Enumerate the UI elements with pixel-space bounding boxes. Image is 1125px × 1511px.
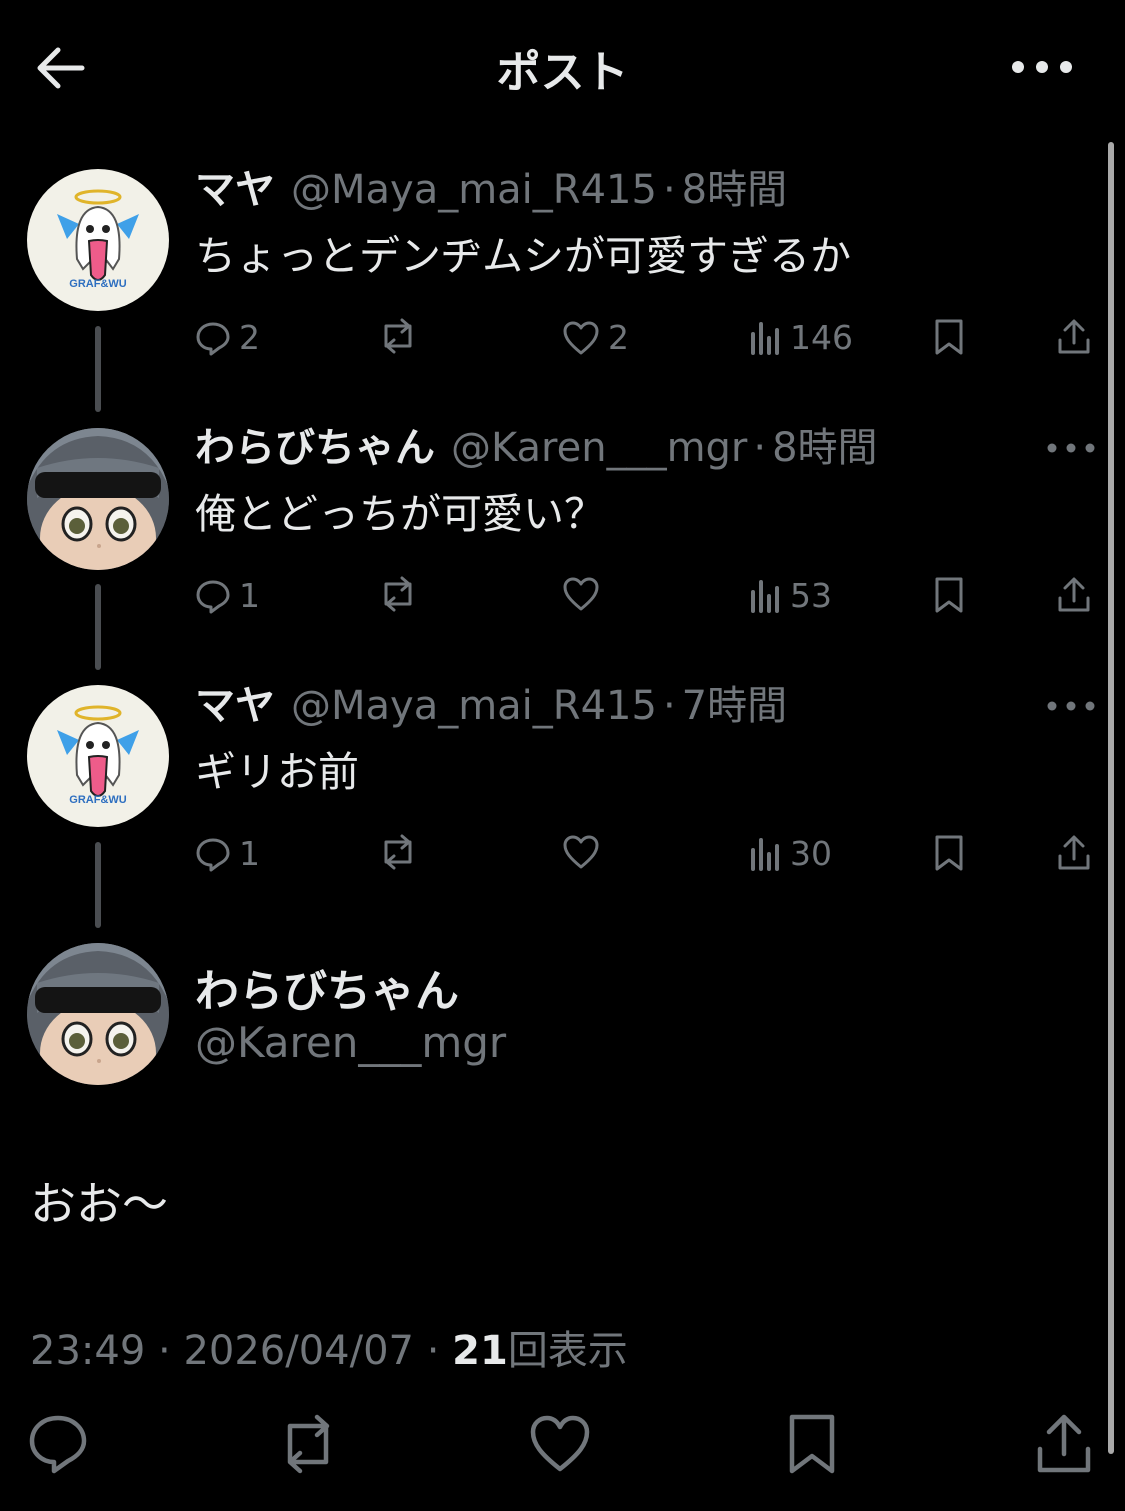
ghost-logo-icon: GRAF&WU xyxy=(57,189,139,290)
repost-icon xyxy=(384,834,412,870)
svg-text:GRAF&WU: GRAF&WU xyxy=(69,794,126,806)
more-icon[interactable] xyxy=(1046,438,1096,458)
bookmark-button[interactable] xyxy=(932,318,966,356)
share-icon xyxy=(1058,577,1090,612)
repost-icon xyxy=(384,318,412,354)
heart-icon xyxy=(563,577,599,611)
share-button[interactable] xyxy=(1056,318,1092,356)
repost-button[interactable] xyxy=(378,834,418,870)
views-button[interactable]: 53 xyxy=(750,576,832,615)
thread-connector xyxy=(95,326,101,412)
tweet-header: マヤ @Maya_mai_R415 · 7時間 xyxy=(195,683,788,729)
reply-count: 1 xyxy=(239,576,260,615)
share-icon xyxy=(1058,319,1090,354)
share-icon[interactable] xyxy=(1032,1412,1096,1476)
tweet-header: わらびちゃん @Karen___mgr · 8時間 xyxy=(195,425,878,471)
analytics-icon xyxy=(751,579,779,613)
view-count: 53 xyxy=(790,576,832,615)
page-title: ポスト xyxy=(496,47,629,98)
avatar[interactable] xyxy=(27,428,169,570)
like-button[interactable] xyxy=(562,576,600,612)
heart-icon xyxy=(563,321,599,354)
repost-button[interactable] xyxy=(378,318,418,354)
views-button[interactable]: 30 xyxy=(750,834,832,873)
author-name[interactable]: わらびちゃん xyxy=(195,425,435,471)
post-time[interactable]: 23:49 xyxy=(30,1328,145,1374)
post-time[interactable]: 8時間 xyxy=(682,167,787,213)
reply-count: 2 xyxy=(239,318,260,357)
author-name[interactable]: わらびちゃん xyxy=(195,955,459,1019)
view-count: 30 xyxy=(790,834,832,873)
more-icon[interactable] xyxy=(1046,696,1096,716)
like-button[interactable]: 2 xyxy=(562,318,629,357)
avatar[interactable] xyxy=(27,943,169,1085)
bookmark-icon xyxy=(935,835,963,871)
repost-icon xyxy=(384,576,412,612)
like-count: 2 xyxy=(608,318,629,357)
post-date[interactable]: 2026/04/07 xyxy=(183,1328,414,1374)
reply-button[interactable]: 2 xyxy=(195,318,260,357)
reply-count: 1 xyxy=(239,834,260,873)
scrollbar[interactable] xyxy=(1108,142,1114,1454)
share-button[interactable] xyxy=(1056,834,1092,872)
bookmark-button[interactable] xyxy=(932,834,966,872)
thread-connector xyxy=(95,584,101,670)
like-button[interactable] xyxy=(562,834,600,870)
author-handle[interactable]: @Karen___mgr xyxy=(451,425,747,471)
analytics-icon xyxy=(751,321,779,355)
tweet-text: ちょっとデンヂムシが可愛すぎるか xyxy=(195,232,851,280)
post-time[interactable]: 8時間 xyxy=(772,425,877,471)
heart-icon xyxy=(563,835,599,869)
avatar[interactable]: GRAF&WU xyxy=(27,685,169,827)
post-metadata: 23:49 · 2026/04/07 · 21回表示 xyxy=(30,1328,628,1374)
author-name[interactable]: マヤ xyxy=(195,167,275,213)
repost-icon[interactable] xyxy=(276,1412,340,1476)
share-icon xyxy=(1058,835,1090,870)
view-label: 回表示 xyxy=(507,1328,628,1374)
thread-connector xyxy=(95,842,101,928)
view-count: 21 xyxy=(452,1328,508,1374)
reply-icon xyxy=(196,580,230,613)
author-name[interactable]: マヤ xyxy=(195,683,275,729)
post-time[interactable]: 7時間 xyxy=(682,683,787,729)
more-options-icon[interactable] xyxy=(1010,50,1074,84)
reply-icon xyxy=(196,838,230,871)
author-handle[interactable]: @Maya_mai_R415 xyxy=(291,167,657,213)
tweet-header: マヤ @Maya_mai_R415 · 8時間 xyxy=(195,167,788,213)
author-handle[interactable]: @Maya_mai_R415 xyxy=(291,683,657,729)
tweet-text: ギリお前 xyxy=(195,748,359,796)
share-button[interactable] xyxy=(1056,576,1092,614)
post-text: おお〜 xyxy=(30,1177,168,1231)
author-handle[interactable]: @Karen___mgr xyxy=(195,1018,506,1067)
bookmark-icon xyxy=(935,577,963,613)
bookmark-button[interactable] xyxy=(932,576,966,614)
bookmark-icon xyxy=(935,319,963,355)
reply-button[interactable]: 1 xyxy=(195,834,260,873)
avatar[interactable]: GRAF&WU xyxy=(27,169,169,311)
tweet-text: 俺とどっちが可愛い？ xyxy=(195,490,605,538)
view-count: 146 xyxy=(790,318,853,357)
reply-icon[interactable] xyxy=(26,1412,90,1476)
analytics-icon xyxy=(751,837,779,871)
reply-icon xyxy=(196,322,230,355)
doll-avatar-icon xyxy=(27,428,169,570)
heart-icon[interactable] xyxy=(528,1412,592,1476)
doll-avatar-icon xyxy=(27,943,169,1085)
repost-button[interactable] xyxy=(378,576,418,612)
views-button[interactable]: 146 xyxy=(750,318,853,357)
top-bar: ポスト xyxy=(0,0,1125,135)
bookmark-icon[interactable] xyxy=(780,1412,844,1476)
reply-button[interactable]: 1 xyxy=(195,576,260,615)
svg-text:GRAF&WU: GRAF&WU xyxy=(69,278,126,290)
ghost-logo-icon: GRAF&WU xyxy=(57,705,139,806)
